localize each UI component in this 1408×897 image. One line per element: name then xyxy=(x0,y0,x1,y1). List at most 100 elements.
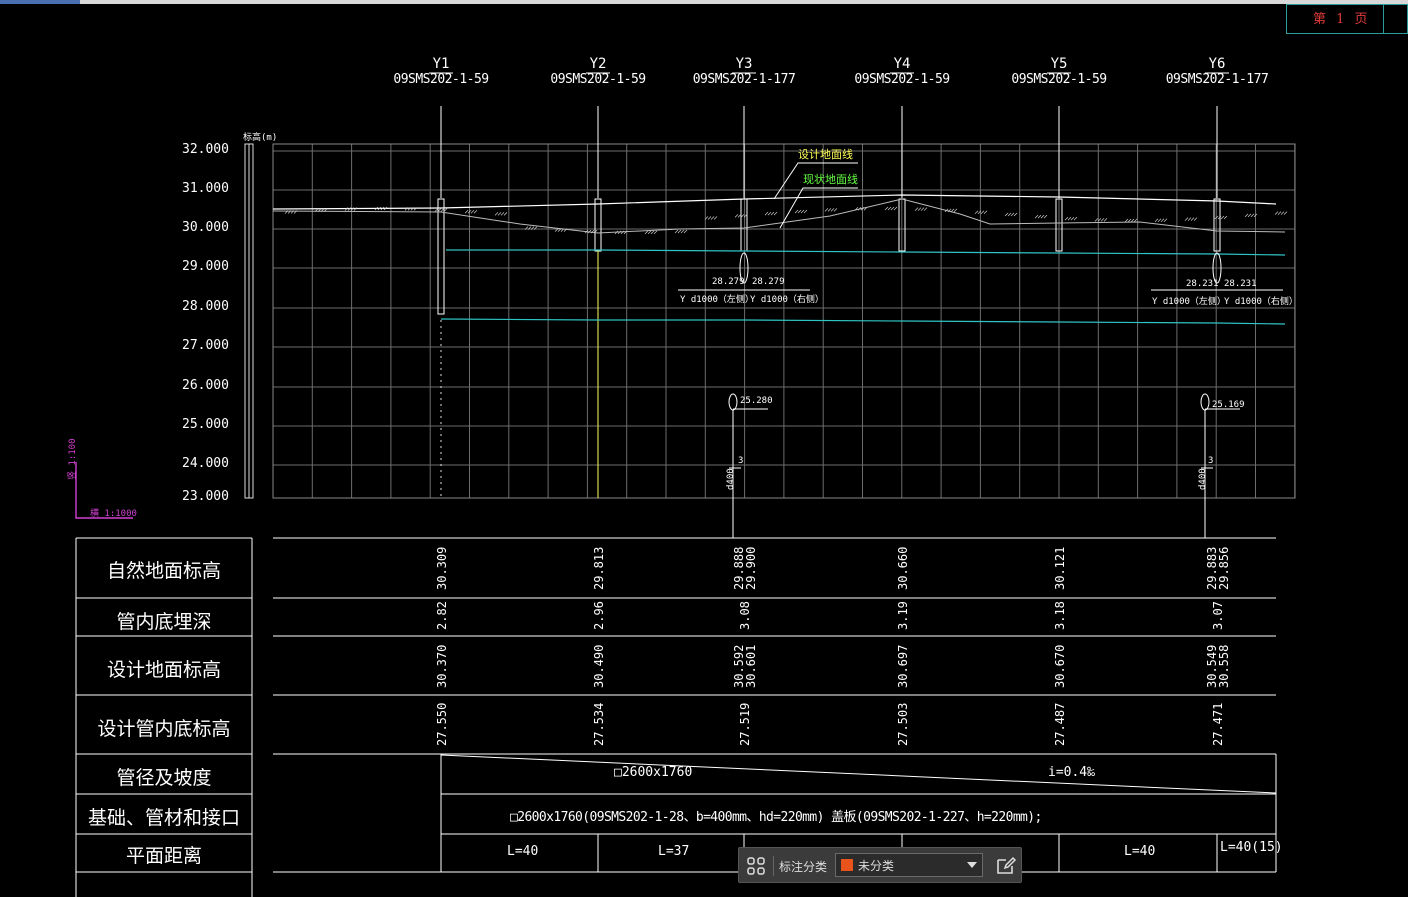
foundation-text: □2600x1760(09SMS202-1-28、b=400mm、hd=220m… xyxy=(510,810,1042,825)
ground-hatch xyxy=(1067,216,1072,221)
manhole-shaft xyxy=(437,198,445,315)
ground-hatch xyxy=(1277,211,1282,215)
design-ground-value: 30.370 xyxy=(435,644,449,688)
manhole-id: Y6 xyxy=(1208,56,1226,72)
y-tick-label: 28.000 xyxy=(182,299,229,314)
ground-hatch xyxy=(764,211,769,216)
y-tick-label: 24.000 xyxy=(182,456,229,471)
ground-hatch xyxy=(974,210,979,215)
ground-hatch xyxy=(1283,211,1288,215)
ground-hatch xyxy=(827,208,832,212)
burial-depth-value: 3.18 xyxy=(1053,601,1067,630)
ground-hatch xyxy=(1127,218,1132,223)
vertical-scale-label: 竖 1:100 xyxy=(68,438,78,480)
distance-4: L=40(15) xyxy=(1220,840,1283,855)
invert-value: 27.503 xyxy=(896,702,910,746)
ground-hatch xyxy=(1130,218,1135,223)
ground-hatch xyxy=(950,208,955,213)
ground-hatch xyxy=(500,212,505,216)
annotation-category-label: 标注分类 xyxy=(779,860,828,874)
ground-hatch xyxy=(1004,212,1009,217)
design-ground-value: 30.490 xyxy=(592,644,606,688)
distance-3: L=40 xyxy=(1124,844,1156,859)
burial-depth-value: 2.82 xyxy=(435,601,449,630)
ground-hatch xyxy=(1160,218,1165,222)
ground-hatch xyxy=(767,211,772,216)
natural-ground-value: 30.121 xyxy=(1053,546,1067,590)
y-tick-label: 32.000 xyxy=(182,142,229,157)
design-ground-value: 30.697 xyxy=(896,644,910,688)
manhole-header: Y2 09SMS202-1-59 xyxy=(550,56,646,88)
ground-hatch xyxy=(1187,217,1192,221)
y6-low-pipe-symbol xyxy=(1200,393,1210,411)
manhole-header: Y6 09SMS202-1-177 xyxy=(1166,56,1269,88)
slope-line xyxy=(440,754,1277,794)
manhole-header: Y4 09SMS202-1-59 xyxy=(854,56,950,88)
ground-hatch xyxy=(683,229,688,234)
toolbar-separator xyxy=(773,856,774,876)
y-tick-label: 31.000 xyxy=(182,181,229,196)
manhole-header: Y1 09SMS202-1-59 xyxy=(393,56,489,88)
annotation-category-select[interactable]: 未分类 xyxy=(835,853,983,877)
design-ground-legend: 设计地面线 xyxy=(798,148,853,161)
ground-hatch xyxy=(1043,214,1048,219)
ground-hatch xyxy=(1280,211,1285,215)
slope-text: i=0.4‰ xyxy=(1048,765,1095,780)
ground-hatch xyxy=(497,212,502,216)
ground-hatch xyxy=(923,207,928,211)
ground-hatch xyxy=(887,206,892,211)
invert-value: 27.550 xyxy=(435,702,449,746)
design-ground-line xyxy=(272,194,1277,210)
ground-hatch xyxy=(980,210,985,215)
pipe-size-text: □2600x1760 xyxy=(614,765,693,780)
y3-low-pipe-symbol xyxy=(728,393,738,411)
existing-ground-line xyxy=(272,198,1286,234)
ground-hatch xyxy=(803,209,808,214)
ground-hatch xyxy=(710,216,715,220)
y3-low-num: 3 xyxy=(738,456,744,466)
ground-hatch xyxy=(833,208,838,212)
ground-hatch xyxy=(473,210,478,214)
y-tick-label: 25.000 xyxy=(182,417,229,432)
burial-depth-value: 2.96 xyxy=(592,601,606,630)
invert-value: 27.534 xyxy=(592,702,606,746)
ground-hatch xyxy=(1094,218,1099,222)
design-ground-value: 30.670 xyxy=(1053,644,1067,688)
manhole-ref: 09SMS202-1-177 xyxy=(1165,72,1269,87)
design-ground-value: 30.558 xyxy=(1217,644,1231,688)
manhole-id: Y4 xyxy=(893,56,911,72)
ground-hatch xyxy=(800,209,805,214)
ground-hatch xyxy=(1244,213,1249,218)
natural-ground-value: 30.660 xyxy=(896,546,910,590)
grid-icon[interactable] xyxy=(747,857,765,875)
manhole-ref: 09SMS202-1-59 xyxy=(854,72,950,87)
ground-hatch xyxy=(1184,217,1189,221)
ground-hatch xyxy=(1247,213,1252,218)
ground-hatch xyxy=(1193,217,1198,221)
horizontal-scale-label: 横 1:1000 xyxy=(90,509,137,519)
ground-hatch xyxy=(1073,216,1078,221)
y3-right-pipe: Y d1000（右侧） xyxy=(750,295,824,305)
ground-hatch xyxy=(494,212,499,216)
manhole-ref: 09SMS202-1-59 xyxy=(1011,72,1107,87)
row-label-invert: 设计管内底标高 xyxy=(97,718,231,740)
category-selected-value: 未分类 xyxy=(858,859,895,873)
ground-hatch xyxy=(1154,218,1159,222)
ground-hatch xyxy=(1163,218,1168,222)
burial-depth-value: 3.07 xyxy=(1211,601,1225,630)
y3-low-pipe: d400 xyxy=(726,468,736,490)
ground-hatch xyxy=(677,229,682,234)
ground-hatch xyxy=(1064,216,1069,221)
ground-hatch xyxy=(1100,218,1105,222)
ground-hatch xyxy=(650,230,655,235)
manhole-ref: 09SMS202-1-177 xyxy=(692,72,796,87)
chevron-down-icon[interactable] xyxy=(967,862,977,868)
invert-value: 27.487 xyxy=(1053,702,1067,746)
edit-icon[interactable] xyxy=(995,854,1017,876)
ground-hatch xyxy=(1124,218,1129,223)
ground-hatch xyxy=(1070,216,1075,221)
ground-hatch xyxy=(953,208,958,213)
ground-hatch xyxy=(884,206,889,211)
invert-value: 27.519 xyxy=(738,702,752,746)
y-tick-label: 30.000 xyxy=(182,220,229,235)
